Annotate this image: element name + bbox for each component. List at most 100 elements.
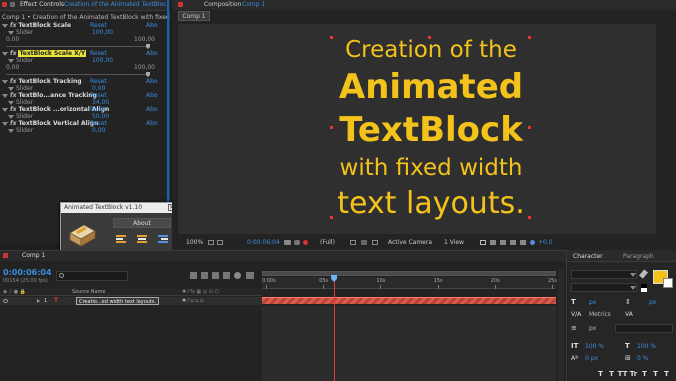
roi-icon[interactable] — [350, 240, 356, 245]
resolution-dropdown[interactable]: (Full) — [320, 238, 335, 247]
about-link[interactable]: Abo — [146, 50, 158, 57]
align-right-button[interactable] — [157, 234, 169, 245]
slider-track[interactable] — [6, 74, 150, 75]
panel-lock-icon[interactable] — [10, 2, 15, 7]
font-size-value[interactable]: px — [589, 298, 596, 307]
leading-value[interactable]: px — [649, 298, 656, 307]
zoom-dropdown[interactable]: 100% — [186, 238, 203, 247]
reset-exposure-icon[interactable] — [490, 240, 496, 245]
font-style-button[interactable]: T — [595, 369, 606, 379]
fx-icon[interactable]: fx — [10, 22, 16, 29]
slider-knob[interactable] — [146, 72, 150, 77]
visibility-icon[interactable] — [3, 299, 8, 303]
align-left-button[interactable] — [115, 234, 127, 245]
font-style-button[interactable]: T — [650, 369, 661, 379]
timeline-tab[interactable]: Comp 1 — [22, 252, 45, 259]
view-layout-dropdown[interactable]: 1 View — [444, 238, 464, 247]
effect-row[interactable]: fx TextBlock Tracking Reset Abo — [0, 78, 168, 85]
close-icon[interactable] — [2, 2, 7, 7]
about-link[interactable]: Abo — [146, 120, 158, 127]
graph-editor-icon[interactable] — [246, 272, 254, 279]
about-link[interactable]: Abo — [146, 22, 158, 29]
toggle-pixel-icon[interactable] — [480, 240, 486, 245]
about-link[interactable]: Abo — [146, 92, 158, 99]
horizontal-scale-field[interactable]: T 100 % — [625, 342, 673, 351]
timeline-icon[interactable] — [510, 240, 516, 245]
effect-controls-title[interactable]: Effect Controls — [20, 1, 64, 8]
baseline-shift-field[interactable]: Aª 0 px — [571, 354, 621, 363]
composition-tab[interactable]: Comp 1 — [178, 11, 210, 21]
motion-blur-icon[interactable] — [234, 272, 241, 279]
align-center-button[interactable] — [136, 234, 148, 245]
reset-link[interactable]: Reset — [90, 50, 107, 57]
reset-link[interactable]: Reset — [90, 106, 107, 113]
slider-value[interactable]: 0,00 — [92, 127, 105, 134]
exposure-value[interactable]: +0,0 — [538, 238, 553, 247]
slider-value[interactable]: 100,00 — [92, 57, 113, 64]
kerning-field[interactable]: V/A Metrics — [571, 310, 621, 319]
animated-text-block[interactable]: Creation of the Animated TextBlock with fix… — [328, 34, 534, 230]
slider-expand-icon[interactable] — [8, 30, 14, 35]
snapshot-icon[interactable] — [284, 240, 291, 245]
expand-triangle-icon[interactable] — [2, 51, 8, 56]
white-swatch[interactable] — [641, 288, 647, 292]
timeline-search-field[interactable] — [56, 271, 128, 281]
about-button[interactable]: About — [113, 218, 171, 228]
tracking-field[interactable]: VA — [625, 310, 673, 319]
expand-triangle-icon[interactable] — [2, 121, 8, 126]
stroke-color-swatch[interactable] — [663, 278, 673, 288]
layer-expand-icon[interactable] — [37, 299, 40, 303]
reset-link[interactable]: Reset — [90, 78, 107, 85]
effect-row[interactable]: fx TextBlock Scale Reset Abo — [0, 22, 168, 29]
slider-expand-icon[interactable] — [8, 86, 14, 91]
kerning-value[interactable]: Metrics — [589, 310, 611, 319]
effect-row[interactable]: fx TextBlock Vertical Align Reset Abo — [0, 120, 168, 127]
work-area-bar[interactable] — [262, 271, 556, 276]
composition-label[interactable]: Composition — [204, 1, 241, 8]
expand-triangle-icon[interactable] — [2, 93, 8, 98]
comp-mini-flowchart-icon[interactable] — [190, 272, 197, 279]
fx-icon[interactable]: fx — [10, 50, 16, 57]
layer-row[interactable]: 1 T Creatio...ed width text layouts. ✱ ⁄… — [0, 297, 262, 305]
tab-paragraph[interactable]: Paragraph — [623, 253, 654, 260]
about-link[interactable]: Abo — [146, 106, 158, 113]
draft-3d-icon[interactable] — [201, 272, 208, 279]
slider-value[interactable]: 0,00 — [92, 85, 105, 92]
slider-expand-icon[interactable] — [8, 114, 14, 119]
tsume-value[interactable]: 0 % — [637, 354, 648, 363]
layer-duration-bar[interactable] — [262, 297, 556, 304]
camera-dropdown[interactable]: Active Camera — [388, 238, 432, 247]
expand-triangle-icon[interactable] — [2, 79, 8, 84]
timeline-scrollbar[interactable] — [558, 269, 564, 381]
horizontal-scale-value[interactable]: 100 % — [637, 342, 656, 351]
show-snapshot-icon[interactable] — [294, 240, 300, 245]
bbox-handle-bl[interactable] — [330, 216, 333, 219]
eyedropper-icon[interactable] — [639, 269, 648, 279]
slider-expand-icon[interactable] — [8, 58, 14, 63]
vertical-scale-field[interactable]: IT 100 % — [571, 342, 621, 351]
slider-value[interactable]: 100,00 — [92, 29, 113, 36]
composition-close-icon[interactable] — [178, 2, 183, 7]
effect-row[interactable]: fx TextBlock ...orizontal Align Reset Abo — [0, 106, 168, 113]
slider-knob[interactable] — [146, 44, 150, 49]
font-style-button[interactable]: TT — [617, 369, 628, 379]
expand-triangle-icon[interactable] — [2, 107, 8, 112]
fast-preview-icon[interactable] — [500, 240, 506, 245]
grid-icon[interactable] — [208, 240, 214, 245]
tsume-field[interactable]: ⊞ 0 % — [625, 354, 673, 363]
effect-row[interactable]: fx TextBlo...ance Tracking Reset Abo — [0, 92, 168, 99]
vertical-scale-value[interactable]: 100 % — [585, 342, 604, 351]
baseline-shift-value[interactable]: 0 px — [585, 354, 598, 363]
font-style-button[interactable]: Tr — [628, 369, 639, 379]
slider-value[interactable]: 50,00 — [92, 113, 109, 120]
font-family-dropdown[interactable] — [571, 270, 637, 279]
source-name-header[interactable]: Source Name — [72, 288, 106, 296]
slider-expand-icon[interactable] — [8, 100, 14, 105]
fx-icon[interactable]: fx — [10, 78, 16, 85]
bbox-handle-tl[interactable] — [330, 36, 333, 39]
fx-icon[interactable]: fx — [10, 120, 16, 127]
about-link[interactable]: Abo — [146, 78, 158, 85]
font-style-button[interactable]: T — [661, 369, 672, 379]
font-size-field[interactable]: T px — [571, 298, 617, 307]
font-style-dropdown[interactable] — [571, 283, 637, 292]
